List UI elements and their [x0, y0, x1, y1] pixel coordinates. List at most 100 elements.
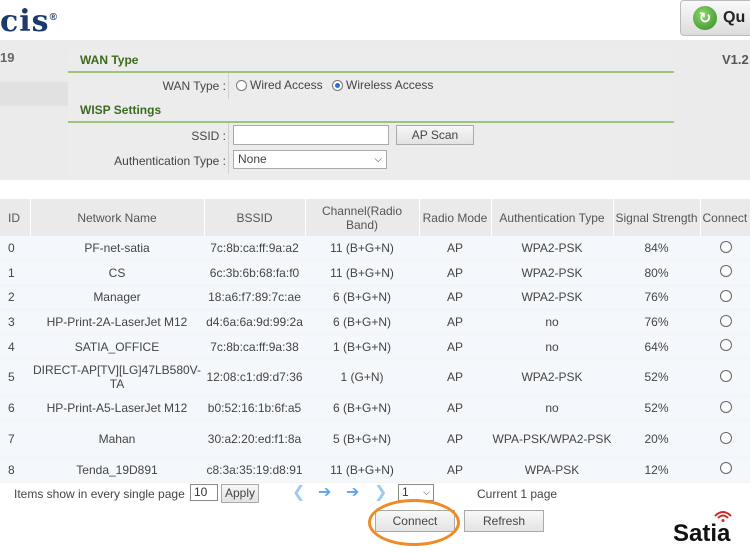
cell-auth-type: WPA-PSK/WPA2-PSK	[491, 420, 613, 459]
quick-setup-label: Qu	[723, 9, 746, 26]
col-header-channel: Channel(Radio Band)	[305, 199, 420, 236]
cell-network-name: PF-net-satia	[30, 236, 204, 262]
cell-auth-type: no	[491, 395, 613, 422]
first-page-icon[interactable]: ❮	[292, 482, 305, 502]
connect-radio[interactable]	[720, 265, 732, 278]
cell-auth-type: WPA2-PSK	[491, 358, 613, 397]
cell-auth-type: no	[491, 309, 613, 335]
row-divider	[228, 123, 229, 149]
cell-bssid: 7c:8b:ca:ff:9a:a2	[204, 236, 305, 262]
table-row[interactable]: 3 HP-Print-2A-LaserJet M12 d4:6a:6a:9d:99:…	[0, 309, 750, 335]
last-page-icon[interactable]: ❯	[374, 482, 387, 502]
apply-button[interactable]: Apply	[221, 484, 259, 503]
next-page-icon[interactable]: ➔	[346, 482, 359, 502]
connect-radio[interactable]	[720, 431, 732, 444]
connect-radio[interactable]	[720, 289, 732, 302]
row-divider	[228, 148, 229, 174]
table-header-row: ID Network Name BSSID Channel(Radio Band…	[0, 199, 750, 236]
items-per-page-label: Items show in every single page	[14, 487, 185, 501]
ssid-label: SSID :	[191, 129, 226, 143]
cell-id: 1	[0, 260, 30, 286]
col-header-connect: Connect	[700, 199, 750, 236]
table-row[interactable]: 2 Manager 18:a6:f7:89:7c:ae 6 (B+G+N) AP WPA2…	[0, 285, 750, 311]
cell-network-name: Tenda_19D891	[30, 457, 204, 483]
brand-logo: cis®	[0, 4, 58, 39]
wan-type-heading: WAN Type	[68, 49, 674, 73]
quick-setup-button[interactable]: ↻ Qu	[680, 0, 750, 36]
auth-type-label: Authentication Type :	[114, 154, 226, 168]
cell-network-name: HP-Print-A5-LaserJet M12	[30, 395, 204, 422]
cell-auth-type: WPA2-PSK	[491, 285, 613, 311]
connect-radio[interactable]	[720, 339, 732, 352]
ssid-input[interactable]	[233, 125, 389, 145]
cell-id: 7	[0, 420, 30, 459]
table-row[interactable]: 1 CS 6c:3b:6b:68:fa:f0 11 (B+G+N) AP WPA2-PSK…	[0, 260, 750, 286]
cell-connect	[700, 260, 750, 286]
cell-id: 5	[0, 358, 30, 397]
page-size-input[interactable]: 10	[190, 484, 218, 501]
pagination-bar: Items show in every single page 10 Apply…	[0, 484, 750, 504]
cell-signal: 76%	[613, 285, 700, 311]
cell-network-name: DIRECT-AP[TV][LG]47LB580V-TA	[30, 358, 204, 397]
cell-channel: 6 (B+G+N)	[305, 395, 419, 422]
connect-radio[interactable]	[720, 462, 732, 475]
cell-channel: 11 (B+G+N)	[305, 236, 419, 262]
ap-scan-button[interactable]: AP Scan	[396, 125, 474, 145]
cell-auth-type: WPA-PSK	[491, 457, 613, 483]
ssid-row: SSID : AP Scan	[68, 123, 674, 149]
cell-connect	[700, 395, 750, 422]
cell-id: 0	[0, 236, 30, 262]
cell-network-name: CS	[30, 260, 204, 286]
cell-radio-mode: AP	[419, 395, 491, 422]
cell-connect	[700, 236, 750, 262]
satia-watermark: Satia	[673, 520, 731, 547]
cell-id: 8	[0, 457, 30, 483]
cell-radio-mode: AP	[419, 457, 491, 483]
cell-radio-mode: AP	[419, 260, 491, 286]
wired-access-option[interactable]: Wired Access	[236, 78, 323, 92]
connect-radio[interactable]	[720, 369, 732, 382]
cell-bssid: 7c:8b:ca:ff:9a:38	[204, 334, 305, 360]
wan-type-label: WAN Type :	[162, 79, 226, 93]
cell-signal: 76%	[613, 309, 700, 335]
wireless-access-radio[interactable]	[332, 80, 344, 91]
cell-signal: 80%	[613, 260, 700, 286]
cell-signal: 52%	[613, 358, 700, 397]
version-label: V1.2	[722, 52, 749, 67]
connect-radio[interactable]	[720, 240, 732, 253]
wisp-settings-heading: WISP Settings	[68, 99, 674, 123]
wired-access-label: Wired Access	[250, 78, 323, 92]
wireless-access-option[interactable]: Wireless Access	[332, 78, 433, 92]
cell-connect	[700, 309, 750, 335]
table-row[interactable]: 7 Mahan 30:a2:20:ed:f1:8a 5 (B+G+N) AP WPA-PS…	[0, 420, 750, 459]
wan-type-row: WAN Type : Wired Access Wireless Access	[68, 73, 674, 99]
cell-connect	[700, 457, 750, 483]
connect-radio[interactable]	[720, 314, 732, 327]
cell-network-name: Manager	[30, 285, 204, 311]
col-header-signal: Signal Strength	[613, 199, 701, 236]
table-row[interactable]: 6 HP-Print-A5-LaserJet M12 b0:52:16:1b:6f:…	[0, 395, 750, 422]
cell-network-name: HP-Print-2A-LaserJet M12	[30, 309, 204, 335]
cell-auth-type: WPA2-PSK	[491, 236, 613, 262]
left-tab-label: 19	[0, 50, 15, 65]
cell-connect	[700, 358, 750, 397]
table-row[interactable]: 5 DIRECT-AP[TV][LG]47LB580V-TA 12:08:c1:d9…	[0, 358, 750, 397]
cell-connect	[700, 420, 750, 459]
refresh-button[interactable]: Refresh	[464, 510, 544, 532]
col-header-network-name: Network Name	[30, 199, 205, 236]
brand-logo-text: cis	[0, 4, 50, 39]
auth-type-select[interactable]: None ⌵	[233, 150, 387, 169]
table-row[interactable]: 0 PF-net-satia 7c:8b:ca:ff:9a:a2 11 (B+G+N)…	[0, 236, 750, 262]
cell-connect	[700, 285, 750, 311]
cell-channel: 1 (G+N)	[305, 358, 419, 397]
cell-channel: 6 (B+G+N)	[305, 285, 419, 311]
chevron-down-icon: ⌵	[423, 487, 430, 497]
col-header-auth-type: Authentication Type	[491, 199, 614, 236]
connect-radio[interactable]	[720, 400, 732, 413]
wan-settings-panel: WAN Type WAN Type : Wired Access Wireles…	[68, 49, 674, 180]
table-row[interactable]: 8 Tenda_19D891 c8:3a:35:19:d8:91 11 (B+G+N)…	[0, 457, 750, 483]
wired-access-radio[interactable]	[236, 80, 247, 91]
prev-page-icon[interactable]: ➔	[318, 482, 331, 502]
cell-signal: 84%	[613, 236, 700, 262]
table-row[interactable]: 4 SATIA_OFFICE 7c:8b:ca:ff:9a:38 1 (B+G+N) A…	[0, 334, 750, 360]
